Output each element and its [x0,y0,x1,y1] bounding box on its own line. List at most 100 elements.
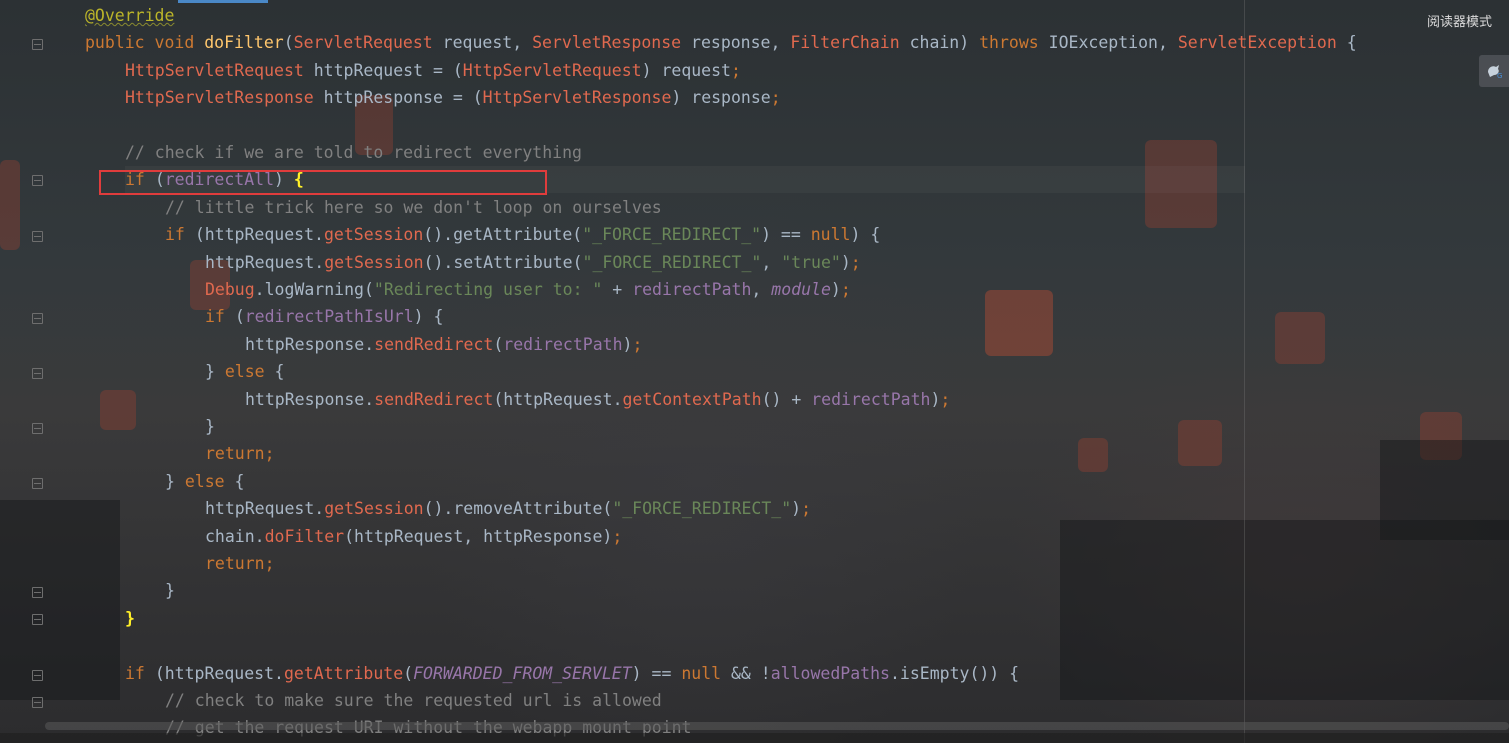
code-token: { [1336,33,1357,53]
code-token: void [154,33,205,53]
code-line[interactable]: httpRequest.getSession().removeAttribute… [205,495,811,522]
code-line[interactable]: } [125,605,135,632]
code-line[interactable]: } else { [165,468,244,495]
fold-marker-icon[interactable] [32,313,43,324]
code-token: ( [234,307,245,327]
lantern-decoration [1078,438,1108,472]
fold-marker-icon[interactable] [32,423,43,434]
code-token: "_FORCE_REDIRECT_" [612,499,792,519]
code-token: HttpServletResponse [482,88,672,108]
code-token: ) [791,499,802,519]
code-line[interactable]: Debug.logWarning("Redirecting user to: "… [205,276,851,303]
code-token: ) response [671,88,771,108]
code-token: redirectPathIsUrl [244,307,414,327]
code-token: ) { [850,225,881,245]
code-token: sendRedirect [374,334,494,354]
code-token: FORWARDED_FROM_SERVLET [413,663,632,683]
code-line[interactable]: HttpServletRequest httpRequest = (HttpSe… [125,57,741,84]
code-token: return [205,554,265,573]
code-line[interactable]: public void doFilter(ServletRequest requ… [85,29,1357,56]
reader-mode-toggle[interactable]: 阅读器模式 [1427,11,1492,30]
code-token: ().getAttribute( [423,225,583,245]
code-token: if [165,225,195,245]
code-line[interactable]: @Override [85,2,174,29]
code-token: ().removeAttribute( [423,499,613,519]
code-token: getAttribute [283,663,404,683]
lantern-decoration [100,390,136,430]
code-line[interactable]: httpRequest.getSession().setAttribute("_… [205,249,861,276]
code-token: HttpServletResponse [125,88,314,108]
translate-plugin-icon[interactable]: G [1479,55,1509,87]
code-token: module [771,280,831,299]
editor-gutter[interactable] [0,0,78,743]
fold-marker-icon[interactable] [32,368,43,379]
code-token: ServletException [1177,33,1337,53]
code-token: && ! [731,663,771,683]
code-token: ().setAttribute( [423,252,583,272]
code-line[interactable]: // check to make sure the requested url … [165,687,662,714]
code-line[interactable]: chain.doFilter(httpRequest, httpResponse… [205,523,622,550]
code-token: getSession [323,225,424,245]
code-token: null [681,663,731,683]
code-token: redirectPath [811,389,931,409]
code-token: HttpServletRequest [462,60,642,80]
code-editor[interactable]: @Override public void doFilter(ServletReq… [0,0,1509,743]
fold-marker-icon[interactable] [32,670,43,681]
fold-marker-icon[interactable] [32,231,43,242]
code-token: allowedPaths [770,663,890,683]
code-line[interactable]: // check if we are told to redirect ever… [125,139,582,166]
code-line[interactable]: if (httpRequest.getAttribute(FORWARDED_F… [125,660,1019,687]
fold-marker-icon[interactable] [32,697,43,708]
code-token: } [205,362,225,382]
code-token: if [205,307,235,327]
code-token: (httpRequest. [154,663,284,683]
code-token: doFilter [204,33,284,53]
bottom-edge [0,733,1509,743]
code-token: "_FORCE_REDIRECT_" [582,252,762,272]
code-line[interactable]: // little trick here so we don't loop on… [165,194,662,221]
code-token: getContextPath [622,389,762,409]
code-token: + [602,280,633,299]
fold-marker-icon[interactable] [32,39,43,50]
code-token: redirectPath [503,334,623,354]
code-line[interactable]: httpResponse.sendRedirect(redirectPath); [245,331,642,358]
code-token: ; [632,334,643,354]
code-line[interactable]: if (httpRequest.getSession().getAttribut… [165,221,880,248]
code-token: .isEmpty()) { [889,663,1020,683]
code-line[interactable]: if (redirectPathIsUrl) { [205,303,443,330]
code-token: httpRequest. [205,252,325,272]
code-token: null [810,225,851,245]
code-token: IOException, [1048,33,1178,53]
code-token: ) [830,280,841,299]
code-token: } [125,608,135,628]
code-line[interactable]: } else { [205,358,284,385]
fold-marker-icon[interactable] [32,587,43,598]
right-margin-guide [1244,0,1245,743]
code-token: () + [761,389,812,409]
code-token: ) { [413,307,444,327]
code-line[interactable]: HttpServletResponse httpResponse = (Http… [125,84,781,111]
active-tab-indicator [178,0,268,3]
code-token: ) request [641,60,731,80]
code-line[interactable]: } [165,577,175,604]
code-line[interactable]: httpResponse.sendRedirect(httpRequest.ge… [245,386,950,413]
code-token: return [205,444,265,464]
code-token: // check to make sure the requested url … [165,691,662,710]
code-token: ; [264,444,275,464]
code-token: ) == [631,663,682,683]
fold-marker-icon[interactable] [32,614,43,625]
code-token: } [165,471,185,491]
fold-marker-icon[interactable] [32,478,43,489]
code-token: ServletResponse [532,33,682,53]
code-token: { [234,471,245,491]
code-line[interactable]: } [205,413,215,440]
code-token: request, [432,33,533,53]
horizontal-scrollbar[interactable] [45,722,1509,730]
code-line[interactable]: return; [205,550,275,577]
code-token: "true" [781,252,841,272]
code-line[interactable]: return; [205,440,275,467]
code-token: httpRequest. [205,499,325,519]
fold-marker-icon[interactable] [32,175,43,186]
code-token: (httpRequest. [493,389,623,409]
code-token: ; [730,60,741,80]
